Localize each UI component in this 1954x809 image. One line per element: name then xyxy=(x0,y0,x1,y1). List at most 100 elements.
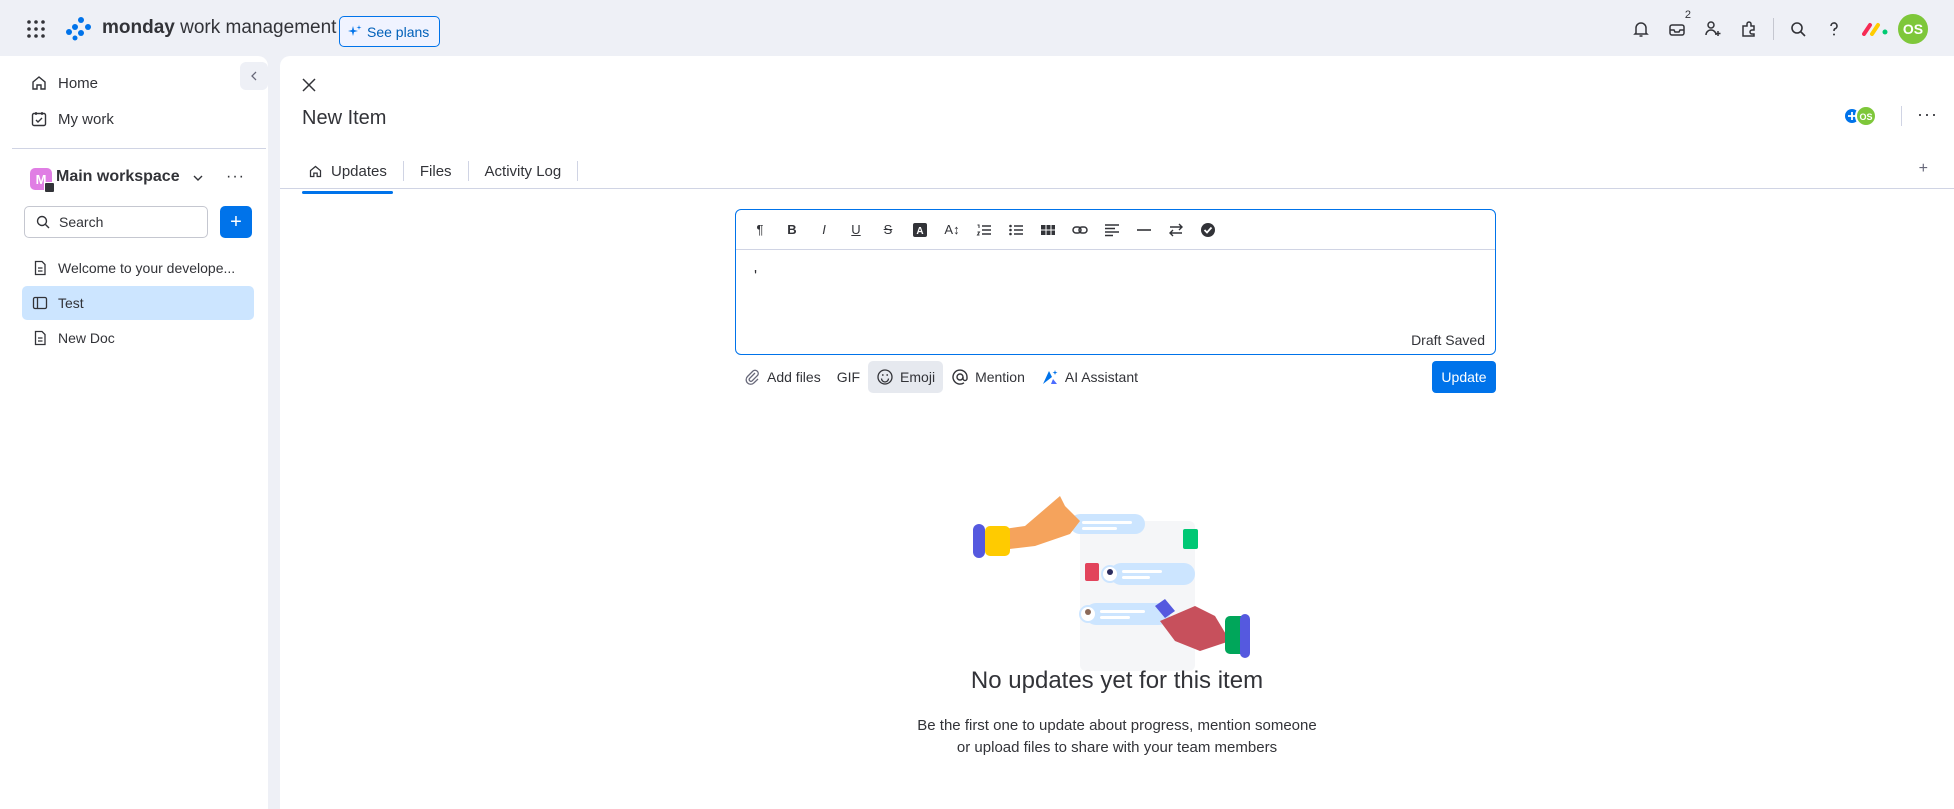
tabs-underline xyxy=(280,188,1954,189)
item-more-button[interactable]: ··· xyxy=(1917,104,1938,125)
divider-button[interactable] xyxy=(1128,216,1160,244)
tab-activity-log-label: Activity Log xyxy=(484,162,562,180)
add-item-button[interactable]: + xyxy=(220,206,252,238)
workspace-icon[interactable]: M xyxy=(30,168,55,193)
top-bar: monday work management See plans 2 OS xyxy=(0,0,1954,56)
top-icon-bar: 2 OS xyxy=(1623,9,1930,46)
workspace-name[interactable]: Main workspace xyxy=(56,168,180,186)
sidebar-item-test[interactable]: Test xyxy=(22,286,254,320)
emoji-icon xyxy=(877,369,893,385)
font-size-button[interactable]: A↕ xyxy=(936,216,968,244)
sidebar-item-new-doc[interactable]: New Doc xyxy=(22,321,254,355)
mention-label: Mention xyxy=(975,369,1025,385)
brand-rest: work management xyxy=(174,17,337,38)
editor-actions: Add files GIF Emoji Mention AI Assistant xyxy=(735,361,1146,393)
bell-icon xyxy=(1633,22,1649,37)
tab-files[interactable]: Files xyxy=(414,154,458,188)
italic-button[interactable]: I xyxy=(808,216,840,244)
bullet-list-icon xyxy=(1009,224,1023,235)
sidebar-divider xyxy=(12,148,266,149)
item-panel: New Item OS ··· Updates Files Activity L… xyxy=(280,56,1954,809)
home-icon xyxy=(309,165,322,177)
horizontal-rule-icon xyxy=(1137,228,1151,231)
sidebar-item-my-work[interactable]: My work xyxy=(30,107,114,131)
doc-icon xyxy=(34,330,46,346)
emoji-button[interactable]: Emoji xyxy=(868,361,944,393)
text-color-button[interactable]: A xyxy=(904,216,936,244)
notifications-button[interactable] xyxy=(1623,13,1659,45)
empty-state-description: Be the first one to update about progres… xyxy=(280,715,1954,759)
sidebar-home-label: Home xyxy=(58,74,99,92)
strikethrough-button[interactable]: S xyxy=(872,216,904,244)
table-button[interactable] xyxy=(1032,216,1064,244)
sidebar-item-welcome-doc[interactable]: Welcome to your develope... xyxy=(22,251,254,285)
chevron-left-icon xyxy=(251,71,257,81)
close-icon[interactable] xyxy=(300,76,318,94)
editor-toolbar: ¶ B I U S A A↕ xyxy=(736,210,1495,250)
inbox-button[interactable]: 2 xyxy=(1659,9,1695,45)
sidebar-item-home[interactable]: Home xyxy=(30,71,98,95)
header-separator xyxy=(1901,106,1902,126)
tab-updates[interactable]: Updates xyxy=(302,154,393,194)
invite-members-button[interactable] xyxy=(1695,13,1731,45)
integrations-button[interactable] xyxy=(1731,13,1767,45)
paragraph-button[interactable]: ¶ xyxy=(744,216,776,244)
apps-grid-icon[interactable] xyxy=(26,19,46,39)
add-view-button[interactable]: + xyxy=(1919,160,1928,178)
update-editor[interactable]: ¶ B I U S A A↕ ' Draft Saved xyxy=(735,209,1496,355)
sidebar-resize-handle[interactable] xyxy=(268,56,280,809)
editor-text-area[interactable]: ' xyxy=(754,268,757,286)
emoji-label: Emoji xyxy=(900,369,936,385)
link-button[interactable] xyxy=(1064,216,1096,244)
tab-separator xyxy=(402,161,404,181)
workspace-more-button[interactable]: ··· xyxy=(226,168,245,186)
see-plans-button[interactable]: See plans xyxy=(339,16,441,47)
subscribers-avatar-icon[interactable]: OS xyxy=(1842,103,1882,129)
draft-status: Draft Saved xyxy=(1411,332,1485,348)
brand-name[interactable]: monday work management xyxy=(102,17,336,39)
calendar-check-icon xyxy=(31,112,47,127)
bold-button[interactable]: B xyxy=(776,216,808,244)
empty-state-line-2: or upload files to share with your team … xyxy=(956,739,1278,756)
sparkle-icon xyxy=(348,24,362,36)
underline-button[interactable]: U xyxy=(840,216,872,244)
tab-files-label: Files xyxy=(419,162,452,180)
add-files-button[interactable]: Add files xyxy=(735,361,829,393)
check-circle-icon xyxy=(1201,222,1215,237)
link-icon xyxy=(1072,225,1088,234)
numbered-list-button[interactable] xyxy=(968,216,1000,244)
mention-button[interactable]: Mention xyxy=(943,361,1033,393)
brand-bold: monday xyxy=(102,17,175,38)
sidebar-my-work-label: My work xyxy=(58,110,114,128)
top-separator xyxy=(1773,18,1774,40)
text-direction-button[interactable] xyxy=(1160,216,1192,244)
chevron-down-icon[interactable] xyxy=(190,170,206,186)
add-files-label: Add files xyxy=(767,369,821,385)
search-button[interactable] xyxy=(1780,13,1816,45)
checklist-button[interactable] xyxy=(1192,216,1224,244)
collapse-sidebar-button[interactable] xyxy=(240,62,268,90)
item-tabs: Updates Files Activity Log xyxy=(302,154,588,194)
help-button[interactable] xyxy=(1816,13,1852,45)
align-button[interactable] xyxy=(1096,216,1128,244)
tab-separator xyxy=(467,161,469,181)
monday-product-logo-icon[interactable] xyxy=(1862,19,1892,39)
table-icon xyxy=(1041,224,1055,235)
search-placeholder: Search xyxy=(59,214,104,230)
workspace-home-icon xyxy=(44,182,55,193)
gif-button[interactable]: GIF xyxy=(829,361,868,393)
item-title[interactable]: New Item xyxy=(302,107,386,130)
ai-assistant-button[interactable]: AI Assistant xyxy=(1033,361,1146,393)
user-avatar[interactable]: OS xyxy=(1896,12,1930,46)
tab-activity-log[interactable]: Activity Log xyxy=(479,154,568,188)
ai-assistant-icon xyxy=(1042,370,1058,384)
help-icon xyxy=(1830,22,1838,36)
empty-state-title: No updates yet for this item xyxy=(970,667,1264,694)
bullet-list-button[interactable] xyxy=(1000,216,1032,244)
doc-icon xyxy=(34,260,46,276)
sidebar-search-input[interactable]: Search xyxy=(24,206,208,238)
ai-assistant-label: AI Assistant xyxy=(1064,369,1139,385)
item-avatar-initials: OS xyxy=(1859,112,1872,122)
align-left-icon xyxy=(1105,223,1119,236)
update-button[interactable]: Update xyxy=(1432,361,1496,393)
